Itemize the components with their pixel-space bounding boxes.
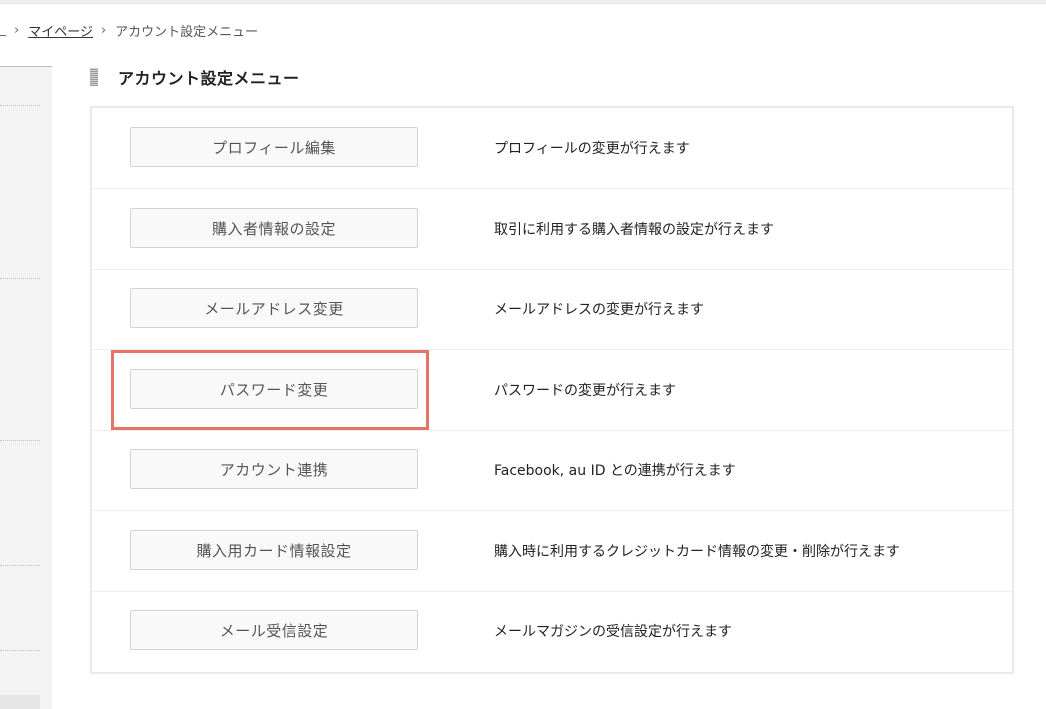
sidebar — [0, 66, 52, 709]
menu-row-email: メールアドレス変更 メールアドレスの変更が行えます — [92, 269, 1012, 350]
sidebar-item[interactable] — [0, 695, 40, 709]
menu-description: メールマガジンの受信設定が行えます — [494, 624, 732, 640]
menu-description: プロフィールの変更が行えます — [494, 141, 690, 157]
section-header: アカウント設定メニュー — [90, 66, 300, 88]
profile-edit-button[interactable]: プロフィール編集 — [130, 127, 418, 167]
sidebar-divider — [0, 565, 40, 566]
sidebar-divider — [0, 278, 40, 279]
page-title: アカウント設定メニュー — [118, 69, 300, 88]
menu-description: メールアドレスの変更が行えます — [494, 302, 704, 318]
top-divider — [0, 0, 1046, 4]
menu-row-profile: プロフィール編集 プロフィールの変更が行えます — [92, 108, 1012, 189]
sidebar-divider — [0, 650, 40, 651]
breadcrumb: › マイページ › アカウント設定メニュー — [0, 20, 258, 40]
breadcrumb-truncated-link[interactable] — [0, 34, 6, 36]
menu-description: 購入時に利用するクレジットカード情報の変更・削除が行えます — [494, 544, 900, 560]
card-info-settings-button[interactable]: 購入用カード情報設定 — [130, 530, 418, 570]
sidebar-divider — [0, 440, 40, 441]
buyer-info-settings-button[interactable]: 購入者情報の設定 — [130, 208, 418, 248]
breadcrumb-chevron-icon: › — [14, 22, 20, 38]
menu-description: 取引に利用する購入者情報の設定が行えます — [494, 222, 774, 238]
menu-row-password: パスワード変更 パスワードの変更が行えます — [92, 350, 1012, 431]
account-settings-menu: プロフィール編集 プロフィールの変更が行えます 購入者情報の設定 取引に利用する… — [90, 106, 1014, 674]
breadcrumb-current: アカウント設定メニュー — [115, 24, 259, 40]
email-change-button[interactable]: メールアドレス変更 — [130, 288, 418, 328]
menu-row-card-info: 購入用カード情報設定 購入時に利用するクレジットカード情報の変更・削除が行えます — [92, 511, 1012, 592]
account-link-button[interactable]: アカウント連携 — [130, 449, 418, 489]
breadcrumb-link-mypage[interactable]: マイページ — [28, 21, 93, 40]
menu-row-mail-receive: メール受信設定 メールマガジンの受信設定が行えます — [92, 591, 1012, 671]
sidebar-divider — [0, 105, 40, 106]
title-marker-icon — [90, 68, 98, 86]
menu-row-buyer-info: 購入者情報の設定 取引に利用する購入者情報の設定が行えます — [92, 189, 1012, 270]
menu-description: パスワードの変更が行えます — [494, 383, 676, 399]
mail-receive-settings-button[interactable]: メール受信設定 — [130, 610, 418, 650]
menu-description: Facebook, au ID との連携が行えます — [494, 463, 736, 479]
menu-row-account-link: アカウント連携 Facebook, au ID との連携が行えます — [92, 430, 1012, 511]
breadcrumb-chevron-icon: › — [100, 22, 107, 38]
password-change-button[interactable]: パスワード変更 — [130, 369, 418, 409]
